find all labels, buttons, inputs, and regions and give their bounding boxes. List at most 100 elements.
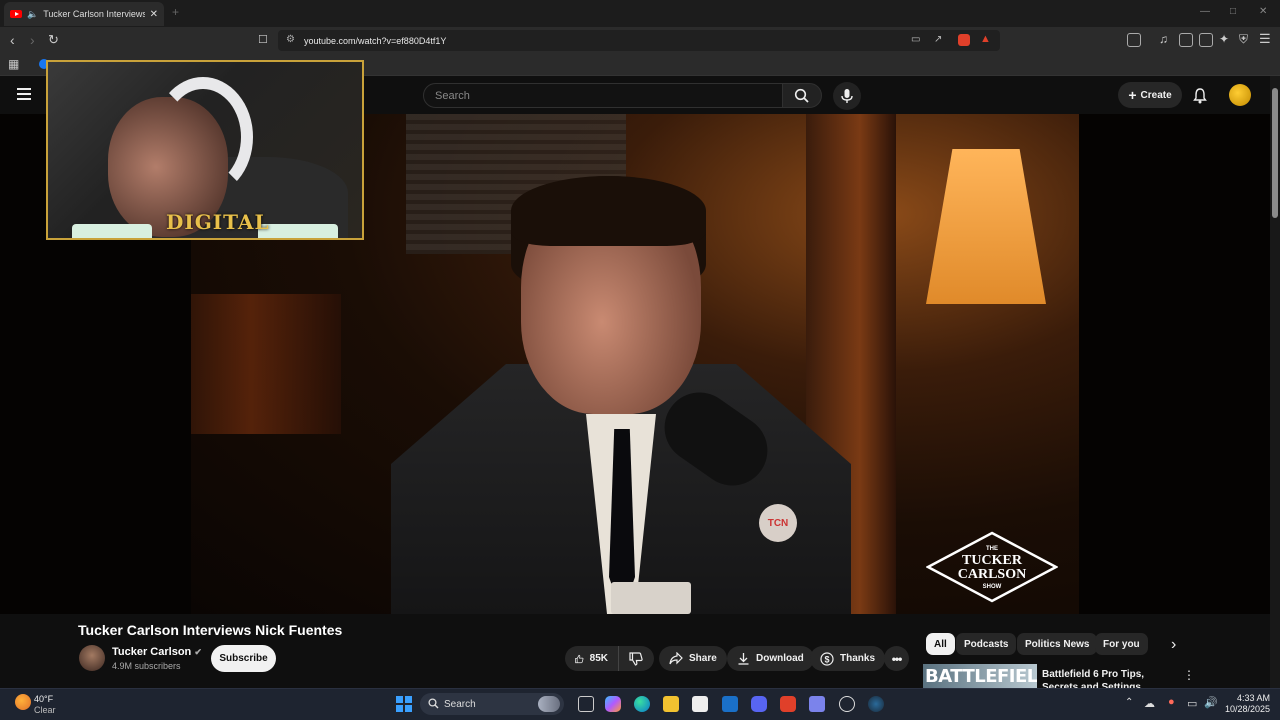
system-tray-chevron-icon[interactable]: ⌃	[1125, 697, 1133, 708]
discord-icon[interactable]	[751, 696, 767, 712]
wallet-icon[interactable]	[1199, 33, 1213, 47]
steam-icon[interactable]	[868, 696, 884, 712]
webcam-lower-bar-left	[72, 224, 152, 238]
more-horizontal-icon: •••	[891, 651, 903, 666]
account-avatar[interactable]	[1229, 84, 1251, 106]
notifications-bell-icon[interactable]	[1192, 87, 1208, 104]
create-button[interactable]: + Create	[1118, 82, 1182, 108]
logo-line-1: THE	[986, 546, 998, 552]
network-icon[interactable]: ▭	[1187, 697, 1197, 710]
copilot-icon[interactable]	[605, 696, 621, 712]
chip-for-you[interactable]: For you	[1095, 633, 1148, 655]
webcam-overlay: DIGITAL	[46, 60, 364, 240]
tab-title: Tucker Carlson Interviews Nic	[43, 9, 145, 19]
minimize-icon[interactable]: —	[1200, 6, 1210, 17]
brave-shield-icon[interactable]	[958, 34, 970, 46]
chatgpt-icon[interactable]	[839, 696, 855, 712]
maximize-icon[interactable]: □	[1230, 6, 1236, 17]
subscriber-count: 4.9M subscribers	[112, 661, 181, 671]
video-scene-mug	[611, 582, 691, 614]
microsoft-store-icon[interactable]	[692, 696, 708, 712]
svg-text:$: $	[824, 654, 829, 664]
onedrive-icon[interactable]: ☁	[1144, 697, 1155, 710]
logo-line-2: TUCKER	[962, 553, 1023, 568]
thanks-label: Thanks	[840, 653, 876, 664]
address-bar[interactable]: ⚙ youtube.com/watch?v=ef880D4tf1Y ▭ ↗ ▲	[278, 30, 1000, 51]
outlook-icon[interactable]	[722, 696, 738, 712]
new-tab-icon[interactable]: +	[172, 5, 179, 19]
sidebar-icon[interactable]	[1179, 33, 1193, 47]
weather-icon	[15, 694, 31, 710]
create-label: Create	[1140, 89, 1172, 101]
search-button[interactable]	[782, 83, 822, 108]
brave-rewards-icon[interactable]: ▲	[980, 33, 991, 45]
video-title: Tucker Carlson Interviews Nick Fuentes	[78, 622, 343, 638]
channel-name[interactable]: Tucker Carlson ✔	[112, 646, 202, 658]
webcam-lower-bar-right	[258, 224, 338, 238]
recommendation-thumbnail[interactable]: BATTLEFIELD 6	[923, 664, 1037, 688]
taskbar-clock[interactable]: 4:33 AM 10/28/2025	[1224, 693, 1270, 714]
taskbar-search[interactable]: Search	[420, 693, 564, 715]
thumbs-down-icon	[629, 651, 643, 666]
like-button[interactable]: 85K	[565, 646, 618, 671]
channel-avatar[interactable]	[79, 645, 105, 671]
download-button[interactable]: Download	[727, 646, 814, 671]
mic-tray-icon[interactable]: ●	[1168, 696, 1175, 708]
volume-icon[interactable]: 🔊	[1204, 696, 1218, 709]
thumbs-up-icon	[575, 654, 584, 663]
site-info-icon[interactable]: ⚙	[286, 34, 295, 45]
plus-icon: +	[1128, 87, 1137, 103]
share-icon	[669, 652, 683, 665]
logo-line-4: SHOW	[983, 584, 1002, 590]
back-icon[interactable]: ‹	[10, 32, 15, 48]
teams-icon[interactable]	[809, 696, 825, 712]
vpn-shield-icon[interactable]: ⛨	[1239, 32, 1248, 47]
subscribe-button[interactable]: Subscribe	[211, 645, 276, 672]
edge-browser-icon[interactable]	[634, 696, 650, 712]
thanks-button[interactable]: $ Thanks	[810, 646, 886, 671]
recommendation-more-icon[interactable]: ⋮	[1183, 668, 1195, 682]
chips-next-chevron-icon[interactable]: ›	[1171, 636, 1176, 654]
file-explorer-icon[interactable]	[663, 696, 679, 712]
recommendation-title[interactable]: Battlefield 6 Pro Tips, Secrets and Sett…	[1042, 668, 1172, 688]
voice-search-button[interactable]	[833, 82, 861, 110]
url-text: youtube.com/watch?v=ef880D4tf1Y	[304, 35, 447, 46]
page-scrollbar-thumb[interactable]	[1272, 88, 1278, 218]
logo-line-3: CARLSON	[958, 567, 1026, 582]
chip-podcasts[interactable]: Podcasts	[956, 633, 1017, 655]
brave-taskbar-icon[interactable]	[780, 696, 796, 712]
share-page-icon[interactable]: ↗	[934, 34, 942, 45]
menu-icon[interactable]: ☰	[1259, 31, 1271, 47]
thumbnail-text: BATTLEFIELD 6	[925, 666, 1037, 687]
close-tab-icon[interactable]: ✕	[150, 9, 158, 20]
extension-icon[interactable]	[1127, 33, 1141, 47]
cast-icon[interactable]: ▭	[911, 34, 920, 45]
share-button[interactable]: Share	[659, 646, 727, 671]
browser-tab[interactable]: 🔈 Tucker Carlson Interviews Nic ✕	[4, 2, 164, 26]
speaker-icon[interactable]: 🔈	[27, 9, 38, 20]
more-actions-button[interactable]: •••	[884, 646, 909, 671]
forward-icon[interactable]: ›	[30, 32, 35, 48]
taskbar-search-label: Search	[444, 698, 476, 710]
task-view-icon[interactable]	[578, 696, 594, 712]
chip-politics-news[interactable]: Politics News	[1017, 633, 1098, 655]
start-button[interactable]	[396, 696, 412, 712]
guide-menu-icon[interactable]	[17, 88, 31, 100]
weather-temperature[interactable]: 40°F	[34, 694, 53, 704]
leo-ai-icon[interactable]: ✦	[1219, 32, 1229, 46]
chip-all[interactable]: All	[926, 633, 955, 655]
close-window-icon[interactable]: ✕	[1259, 6, 1267, 17]
mic-badge-text: TCN	[767, 517, 789, 529]
bookmark-icon[interactable]: ☐	[258, 32, 268, 48]
apps-grid-icon[interactable]: ▦	[8, 57, 19, 71]
browser-toolbar: ‹ › ↻ ☐ ⚙ youtube.com/watch?v=ef880D4tf1…	[0, 27, 1280, 54]
verified-icon: ✔	[194, 647, 202, 657]
dislike-button[interactable]	[618, 646, 654, 671]
taskbar-search-icon	[428, 698, 439, 709]
tucker-carlson-show-logo: THE TUCKER CARLSON SHOW	[926, 531, 1058, 603]
music-icon[interactable]: ♫	[1159, 32, 1168, 46]
browser-tab-bar: 🔈 Tucker Carlson Interviews Nic ✕ + — □ …	[0, 0, 1280, 27]
search-input[interactable]: Search	[423, 83, 783, 108]
download-label: Download	[756, 653, 804, 664]
reload-icon[interactable]: ↻	[48, 32, 59, 48]
